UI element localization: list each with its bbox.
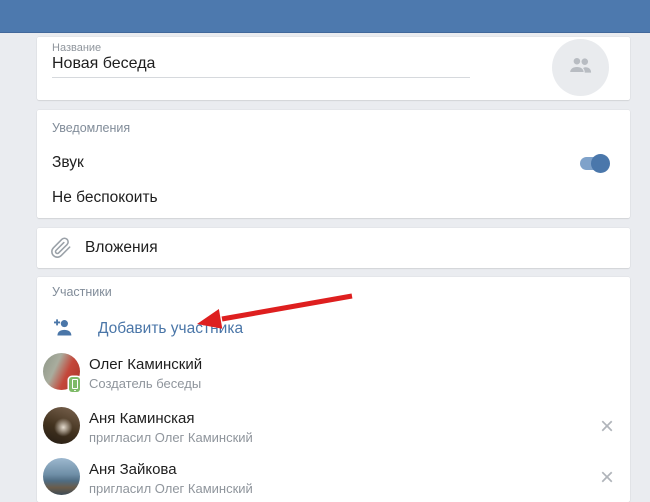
participant-row[interactable]: Аня Зайкова пригласил Олег Каминский × — [37, 458, 630, 502]
do-not-disturb-row[interactable]: Не беспокоить — [52, 189, 158, 207]
avatar-anya-zaykova — [43, 458, 80, 495]
chat-name-input[interactable] — [52, 51, 470, 78]
paperclip-icon — [50, 237, 72, 259]
participants-card: Участники Добавить участника Олег Каминс… — [37, 277, 630, 502]
chat-settings-screen: Название Уведомления Звук Не беспокоить — [0, 0, 650, 502]
online-mobile-icon — [69, 377, 80, 392]
notifications-card: Уведомления Звук Не беспокоить — [37, 110, 630, 218]
avatar-oleg-kaminsky — [43, 353, 80, 392]
person-add-icon — [51, 317, 73, 339]
participant-name: Аня Зайкова — [89, 461, 177, 478]
sound-row-label: Звук — [52, 154, 84, 171]
participant-subtitle: Создатель беседы — [89, 376, 202, 391]
attachments-label: Вложения — [85, 239, 158, 256]
remove-participant-button[interactable]: × — [592, 463, 622, 493]
participant-row[interactable]: Олег Каминский Создатель беседы — [37, 353, 630, 403]
chat-photo-placeholder[interactable] — [552, 39, 609, 96]
group-people-icon — [567, 52, 594, 84]
participant-name: Олег Каминский — [89, 356, 203, 373]
remove-participant-button[interactable]: × — [592, 412, 622, 442]
participant-name: Аня Каминская — [89, 410, 195, 427]
chat-name-card: Название — [37, 37, 630, 100]
notifications-title: Уведомления — [52, 121, 131, 135]
participant-subtitle: пригласил Олег Каминский — [89, 481, 253, 496]
participant-subtitle: пригласил Олег Каминский — [89, 430, 253, 445]
sound-toggle-knob — [591, 154, 610, 173]
add-participant-button[interactable]: Добавить участника — [98, 320, 243, 338]
attachments-row[interactable]: Вложения — [37, 228, 630, 268]
sound-toggle[interactable] — [580, 154, 610, 173]
participants-title: Участники — [52, 285, 112, 299]
participant-row[interactable]: Аня Каминская пригласил Олег Каминский × — [37, 407, 630, 457]
app-header-bar — [0, 0, 650, 33]
avatar-anya-kaminskaya — [43, 407, 80, 444]
